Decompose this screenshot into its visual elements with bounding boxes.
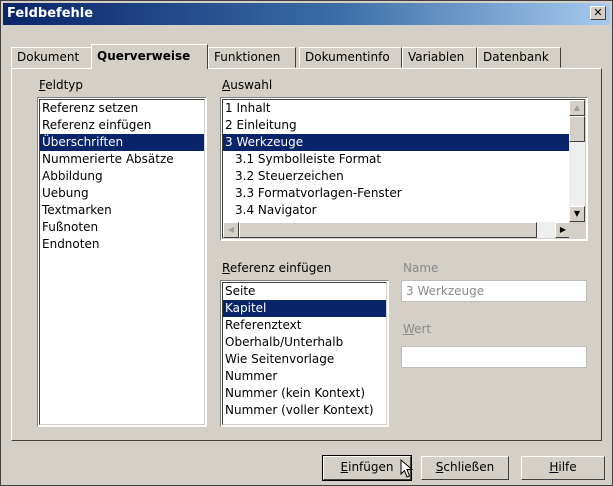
name-label: Name: [403, 261, 439, 275]
referenz-list[interactable]: Seite Kapitel Referenztext Oberhalb/Unte…: [220, 280, 389, 427]
list-item-selected[interactable]: 3 Werkzeuge: [223, 134, 585, 151]
auswahl-list[interactable]: 1 Inhalt 2 Einleitung 3 Werkzeuge 3.1 Sy…: [220, 97, 588, 241]
wert-field[interactable]: [401, 346, 587, 368]
list-item[interactable]: Referenz setzen: [40, 100, 204, 117]
name-field[interactable]: 3 Werkzeuge: [401, 280, 587, 302]
list-item[interactable]: Nummer (kein Kontext): [223, 385, 386, 402]
arrow-left-icon[interactable]: ◀: [223, 222, 239, 238]
arrow-down-icon[interactable]: ▼: [569, 206, 585, 222]
title-bar: Feldbefehle ✕: [3, 3, 610, 25]
horizontal-scrollbar[interactable]: ◀ ▶: [223, 222, 571, 238]
list-item[interactable]: Uebung: [40, 185, 204, 202]
list-item[interactable]: Seite: [223, 283, 386, 300]
list-item[interactable]: 2 Einleitung: [223, 117, 585, 134]
dialog-window: Feldbefehle ✕ Dokument Querverweise Funk…: [0, 0, 613, 486]
list-item[interactable]: Textmarken: [40, 202, 204, 219]
window-title: Feldbefehle: [7, 6, 94, 21]
list-item[interactable]: 3.2 Steuerzeichen: [223, 168, 585, 185]
list-item[interactable]: Endnoten: [40, 236, 204, 253]
list-item[interactable]: 3.4 Navigator: [223, 202, 585, 219]
list-item[interactable]: Oberhalb/Unterhalb: [223, 334, 386, 351]
tab-datenbank[interactable]: Datenbank: [477, 47, 561, 68]
arrow-up-icon[interactable]: ▲: [569, 100, 585, 116]
scroll-thumb[interactable]: [239, 222, 537, 238]
list-item[interactable]: Nummerierte Absätze: [40, 151, 204, 168]
tab-dokumentinfo[interactable]: Dokumentinfo: [299, 47, 402, 68]
scroll-thumb[interactable]: [569, 116, 585, 142]
list-item[interactable]: Abbildung: [40, 168, 204, 185]
tab-querverweise[interactable]: Querverweise: [91, 44, 208, 69]
tab-dokument[interactable]: Dokument: [11, 47, 93, 68]
list-item[interactable]: 3.3 Formatvorlagen-Fenster: [223, 185, 585, 202]
list-item[interactable]: 3.1 Symbolleiste Format: [223, 151, 585, 168]
mouse-pointer-icon: [400, 458, 414, 482]
list-item[interactable]: Referenz einfügen: [40, 117, 204, 134]
close-window-button[interactable]: ✕: [590, 6, 606, 20]
feldtyp-list[interactable]: Referenz setzen Referenz einfügen Übersc…: [37, 97, 207, 427]
list-item[interactable]: Nummer: [223, 368, 386, 385]
list-item[interactable]: Referenztext: [223, 317, 386, 334]
tab-funktionen[interactable]: Funktionen: [208, 47, 296, 68]
feldtyp-label: Feldtyp: [39, 78, 84, 92]
close-button[interactable]: Schließen: [421, 456, 509, 480]
tab-variablen[interactable]: Variablen: [402, 47, 477, 68]
vertical-scrollbar[interactable]: ▲ ▼: [569, 100, 585, 222]
insert-button[interactable]: Einfügen: [322, 455, 412, 481]
list-item[interactable]: Nummer (voller Kontext): [223, 402, 386, 419]
list-item[interactable]: Fußnoten: [40, 219, 204, 236]
auswahl-label: Auswahl: [222, 78, 273, 92]
list-item[interactable]: 1 Inhalt: [223, 100, 585, 117]
help-button[interactable]: Hilfe: [521, 456, 605, 480]
close-icon: ✕: [593, 6, 603, 19]
wert-label: Wert: [403, 322, 432, 336]
list-item-selected[interactable]: Kapitel: [223, 300, 386, 317]
referenz-label: Referenz einfügen: [222, 261, 332, 275]
scroll-corner: [569, 222, 585, 238]
list-item-selected[interactable]: Überschriften: [40, 134, 204, 151]
list-item[interactable]: Wie Seitenvorlage: [223, 351, 386, 368]
